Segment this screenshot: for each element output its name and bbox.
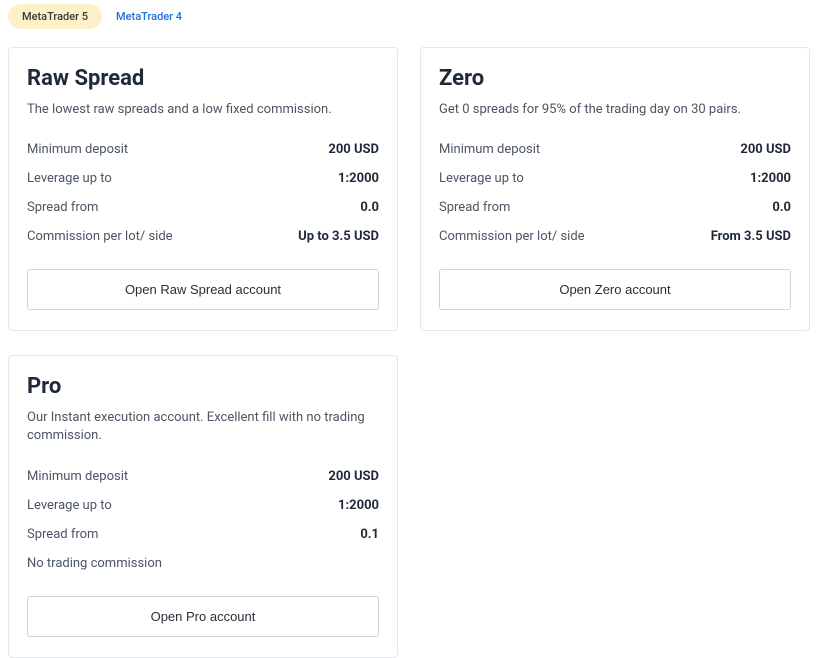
spec-row: Spread from 0.0	[27, 193, 379, 222]
tab-metatrader4[interactable]: MetaTrader 4	[102, 4, 196, 29]
tab-metatrader5[interactable]: MetaTrader 5	[8, 4, 102, 29]
account-cards-grid: Raw Spread The lowest raw spreads and a …	[8, 47, 810, 658]
spec-label: Leverage up to	[27, 171, 112, 186]
spec-label: Spread from	[27, 527, 98, 542]
open-raw-spread-button[interactable]: Open Raw Spread account	[27, 269, 379, 310]
card-description: Get 0 spreads for 95% of the trading day…	[439, 101, 791, 119]
spec-value: 200 USD	[328, 142, 379, 157]
spec-row: Commission per lot/ side Up to 3.5 USD	[27, 222, 379, 251]
spec-row: Minimum deposit 200 USD	[439, 135, 791, 164]
spec-row: Leverage up to 1:2000	[27, 164, 379, 193]
spec-label: Commission per lot/ side	[27, 229, 173, 244]
spec-label: Minimum deposit	[27, 469, 128, 484]
spec-label: Leverage up to	[27, 498, 112, 513]
spec-label: Minimum deposit	[27, 142, 128, 157]
card-title: Pro	[27, 374, 379, 399]
spec-row: Leverage up to 1:2000	[439, 164, 791, 193]
card-zero: Zero Get 0 spreads for 95% of the tradin…	[420, 47, 810, 331]
spec-row: Spread from 0.1	[27, 520, 379, 549]
spec-value: 1:2000	[338, 498, 379, 513]
card-description: Our Instant execution account. Excellent…	[27, 409, 379, 445]
spec-row: Leverage up to 1:2000	[27, 491, 379, 520]
spec-row: Minimum deposit 200 USD	[27, 135, 379, 164]
spec-value: 0.0	[772, 200, 791, 215]
platform-tabs: MetaTrader 5 MetaTrader 4	[8, 0, 810, 29]
card-description: The lowest raw spreads and a low fixed c…	[27, 101, 379, 119]
spec-value: Up to 3.5 USD	[298, 229, 379, 244]
spec-value: 0.0	[360, 200, 379, 215]
spec-row: Commission per lot/ side From 3.5 USD	[439, 222, 791, 251]
card-raw-spread: Raw Spread The lowest raw spreads and a …	[8, 47, 398, 331]
spec-value: 200 USD	[740, 142, 791, 157]
spec-value: 0.1	[360, 527, 379, 542]
spec-value: 1:2000	[338, 171, 379, 186]
open-zero-button[interactable]: Open Zero account	[439, 269, 791, 310]
spec-value: From 3.5 USD	[711, 229, 791, 244]
spec-row: Minimum deposit 200 USD	[27, 462, 379, 491]
spec-label: Commission per lot/ side	[439, 229, 585, 244]
card-pro: Pro Our Instant execution account. Excel…	[8, 355, 398, 657]
card-title: Zero	[439, 66, 791, 91]
spec-label: Spread from	[27, 200, 98, 215]
spec-note: No trading commission	[27, 549, 379, 578]
spec-row: Spread from 0.0	[439, 193, 791, 222]
spec-value: 1:2000	[750, 171, 791, 186]
spec-label: Minimum deposit	[439, 142, 540, 157]
spec-value: 200 USD	[328, 469, 379, 484]
open-pro-button[interactable]: Open Pro account	[27, 596, 379, 637]
spec-label: Spread from	[439, 200, 510, 215]
card-title: Raw Spread	[27, 66, 379, 91]
spec-label: Leverage up to	[439, 171, 524, 186]
